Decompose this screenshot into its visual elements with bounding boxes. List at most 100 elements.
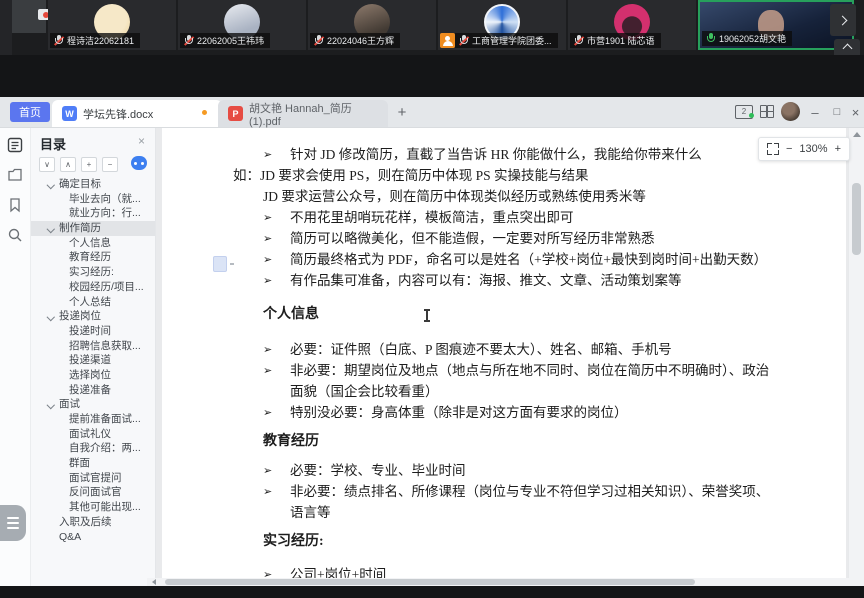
mic-muted-icon — [459, 35, 468, 47]
doc-line: ➢公司+岗位+时间 — [162, 564, 846, 579]
close-icon[interactable]: × — [138, 134, 145, 148]
tab-document[interactable]: W 学坛先锋.docx — [52, 100, 222, 127]
outline-item[interactable]: 自我介绍：两... — [31, 441, 155, 456]
fit-page-icon[interactable] — [767, 143, 779, 155]
minimize-button[interactable]: – — [805, 97, 825, 127]
window-switcher-icon[interactable]: 2 — [735, 105, 757, 118]
outline-item[interactable]: 毕业去向（就... — [31, 192, 155, 207]
scrollbar-thumb[interactable] — [165, 579, 695, 585]
zoom-in-button[interactable]: + — [835, 143, 841, 155]
maximize-button[interactable]: □ — [827, 97, 847, 127]
chevron-down-icon — [47, 180, 55, 188]
participant-tile[interactable]: 程诗洁22062181 — [48, 0, 176, 50]
mic-muted-icon — [574, 35, 583, 47]
doc-line: JD 要求运营公众号，则在简历中体现类似经历或熟练使用秀米等 — [162, 186, 846, 207]
document-page[interactable]: ➢针对 JD 修改简历，直截了当告诉 HR 你能做什么，我能给你带来什么 如：J… — [162, 128, 846, 579]
comment-marker-icon[interactable] — [213, 256, 227, 272]
outline-panel-icon[interactable] — [6, 136, 24, 154]
outline-item[interactable]: 选择岗位 — [31, 368, 155, 383]
smart-outline-toggle[interactable] — [131, 156, 147, 170]
bookmark-panel-icon[interactable] — [6, 196, 24, 214]
scroll-up-icon[interactable] — [853, 132, 861, 137]
close-button[interactable]: × — [847, 97, 864, 127]
outline-item[interactable]: 校园经历/项目... — [31, 280, 155, 295]
outline-item[interactable]: 投递渠道 — [31, 353, 155, 368]
outline-item[interactable]: 其他可能出现... — [31, 500, 155, 515]
scroll-left-icon[interactable] — [152, 579, 156, 585]
apps-grid-icon[interactable] — [760, 105, 774, 118]
doc-line: ➢有作品集可准备，内容可以有：海报、推文、文章、活动策划案等 — [162, 270, 846, 291]
doc-line: ➢简历可以略微美化，但不能造假，一定要对所写经历非常熟悉 — [162, 228, 846, 249]
outline-item[interactable]: 确定目标 — [31, 177, 155, 192]
tab-bar: 首页 W 学坛先锋.docx P 胡文艳 Hannah_简历(1).pdf + … — [0, 97, 864, 128]
outline-item[interactable]: 入职及后续 — [31, 515, 155, 530]
participant-name: 22024046王方辉 — [327, 34, 394, 47]
outline-item[interactable]: 提前准备面试... — [31, 412, 155, 427]
outline-item[interactable]: 面试礼仪 — [31, 427, 155, 442]
outline-item[interactable]: 面试 — [31, 397, 155, 412]
vertical-scrollbar[interactable] — [848, 128, 864, 586]
tab-label: 学坛先锋.docx — [83, 106, 153, 122]
docx-file-icon: W — [62, 106, 77, 121]
outline-item[interactable]: 面试官提问 — [31, 471, 155, 486]
chevron-down-icon — [47, 224, 55, 232]
doc-heading: 实习经历: — [162, 531, 846, 552]
chevron-down-icon — [47, 313, 55, 321]
outline-item[interactable]: 实习经历: — [31, 265, 155, 280]
doc-line: ➢针对 JD 修改简历，直截了当告诉 HR 你能做什么，我能给你带来什么 — [162, 144, 846, 165]
outline-item[interactable]: 就业方向：行... — [31, 206, 155, 221]
chevron-up-icon — [842, 44, 852, 54]
text-cursor — [426, 309, 428, 322]
participant-name: 工商管理学院团委... — [472, 34, 552, 47]
outline-item[interactable]: 反问面试官 — [31, 485, 155, 500]
outline-item[interactable]: 投递准备 — [31, 383, 155, 398]
collapse-all-button[interactable]: ∧ — [60, 157, 76, 172]
doc-line: ➢简历最终格式为 PDF，命名可以是姓名（+学校+岗位+最快到岗时间+出勤天数） — [162, 249, 846, 270]
zoom-widget: − 130% + — [758, 137, 850, 161]
document-area: ➢针对 JD 修改简历，直截了当告诉 HR 你能做什么，我能给你带来什么 如：J… — [156, 128, 864, 586]
outline-item-selected[interactable]: 制作简历 — [31, 221, 155, 236]
next-participants-button[interactable] — [830, 4, 856, 36]
participant-name: 程诗洁22062181 — [67, 34, 134, 47]
chevron-right-icon — [837, 15, 847, 25]
participant-tile[interactable]: 22062005王祎玮 — [178, 0, 306, 50]
outline-item[interactable]: 个人总结 — [31, 295, 155, 310]
mic-muted-icon — [314, 35, 323, 47]
outline-item[interactable]: 招聘信息获取... — [31, 339, 155, 354]
document-body: ➢针对 JD 修改简历，直截了当告诉 HR 你能做什么，我能给你带来什么 如：J… — [162, 144, 846, 579]
wps-office-window: 首页 W 学坛先锋.docx P 胡文艳 Hannah_简历(1).pdf + … — [0, 97, 864, 586]
horizontal-scrollbar[interactable] — [147, 578, 864, 586]
user-avatar[interactable] — [781, 102, 800, 121]
participant-tile[interactable]: 工商管理学院团委... — [438, 0, 566, 50]
expand-all-button[interactable]: ∨ — [39, 157, 55, 172]
chevron-down-icon — [47, 401, 55, 409]
zoom-out-outline-button[interactable]: − — [102, 157, 118, 172]
search-icon[interactable] — [6, 226, 24, 244]
doc-line: ➢必要：证件照（白底、P 图痕迹不要太大）、姓名、邮箱、手机号 — [162, 339, 846, 360]
outline-item[interactable]: 群面 — [31, 456, 155, 471]
participant-tile[interactable]: 22024046王方辉 — [308, 0, 436, 50]
participant-name: 19062052胡文艳 — [719, 32, 786, 45]
outline-item[interactable]: 教育经历 — [31, 250, 155, 265]
zoom-out-button[interactable]: − — [786, 143, 792, 155]
mic-on-icon — [706, 33, 715, 45]
pdf-file-icon: P — [228, 106, 243, 121]
doc-line: 语言等 — [162, 502, 846, 523]
outline-item[interactable]: Q&A — [31, 530, 155, 545]
outline-item[interactable]: 投递时间 — [31, 324, 155, 339]
zoom-in-outline-button[interactable]: + — [81, 157, 97, 172]
collapse-strip-button[interactable] — [834, 39, 860, 55]
outline-item[interactable]: 投递岗位 — [31, 309, 155, 324]
scrollbar-thumb[interactable] — [852, 183, 861, 255]
home-button[interactable]: 首页 — [10, 102, 50, 122]
online-dot-icon — [749, 113, 754, 118]
doc-line: ➢必要：学校、专业、毕业时间 — [162, 460, 846, 481]
new-tab-button[interactable]: + — [392, 102, 412, 122]
history-panel-icon[interactable] — [6, 166, 24, 184]
outline-item[interactable]: 个人信息 — [31, 236, 155, 251]
tab-pdf[interactable]: P 胡文艳 Hannah_简历(1).pdf — [218, 100, 388, 127]
participant-tile[interactable]: 市营1901 陆芯语 — [568, 0, 696, 50]
outline-toggle-fab[interactable] — [0, 505, 26, 541]
doc-line: ➢非必要：绩点排名、所修课程（岗位与专业不符但学习过相关知识）、荣誉奖项、 — [162, 481, 846, 502]
desktop-background — [0, 55, 864, 97]
